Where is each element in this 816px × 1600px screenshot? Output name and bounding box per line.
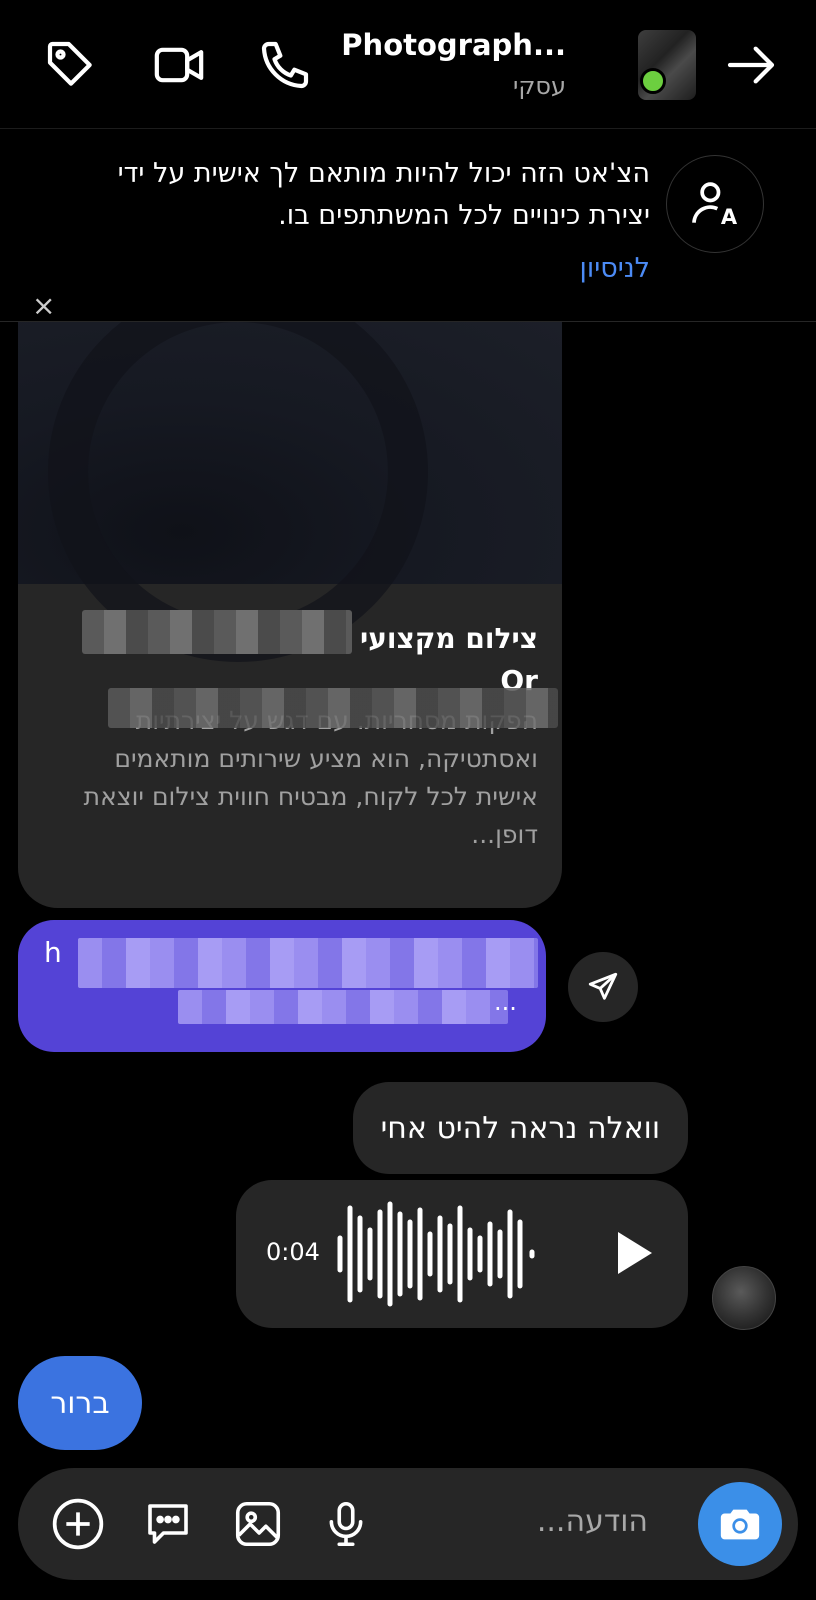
banner-text: הצ'אט הזה יכול להיות מותאם לך אישית על י… — [117, 158, 650, 231]
phone-icon[interactable] — [256, 36, 314, 94]
waveform-icon — [337, 1201, 535, 1307]
redacted-block — [108, 688, 558, 728]
voice-duration: 0:04 — [266, 1238, 320, 1266]
message-input[interactable]: הודעה... — [537, 1504, 648, 1539]
gallery-icon[interactable] — [230, 1496, 286, 1552]
tag-icon[interactable] — [42, 36, 100, 94]
sender-avatar[interactable] — [712, 1266, 776, 1330]
outgoing-link-message[interactable]: h ... — [18, 920, 546, 1052]
svg-text:A: A — [721, 205, 738, 229]
nickname-icon: A — [666, 155, 764, 253]
voice-message[interactable]: 0:04 — [236, 1180, 688, 1328]
share-icon[interactable] — [568, 952, 638, 1022]
microphone-icon[interactable] — [318, 1496, 374, 1552]
redacted-block — [78, 938, 538, 988]
redacted-block — [178, 990, 508, 1024]
play-icon[interactable] — [614, 1230, 654, 1276]
shared-post-card[interactable]: צילום מקצועי ה Or הפקות מסחריות. עם דגש … — [18, 322, 562, 908]
contact-avatar[interactable] — [638, 30, 696, 100]
close-icon[interactable]: × — [32, 289, 55, 322]
chat-title[interactable]: Photograph... — [341, 28, 566, 62]
message-composer: הודעה... — [18, 1468, 798, 1580]
chat-header: Photograph... עסקי — [0, 0, 816, 129]
online-indicator — [640, 68, 666, 94]
camera-icon[interactable] — [698, 1482, 782, 1566]
chat-subtitle: עסקי — [513, 72, 566, 100]
add-icon[interactable] — [50, 1496, 106, 1552]
outgoing-text-message[interactable]: וואלה נראה להיט אחי — [352, 1082, 688, 1174]
shared-post-image — [18, 322, 562, 662]
arrow-right-icon[interactable] — [722, 36, 780, 94]
sticker-icon[interactable] — [140, 1496, 196, 1552]
redacted-block — [82, 610, 352, 654]
nicknames-banner: × הצ'אט הזה יכול להיות מותאם לך אישית על… — [0, 129, 816, 322]
try-it-link[interactable]: לניסיון — [580, 253, 650, 284]
video-call-icon[interactable] — [150, 36, 208, 94]
incoming-text-message[interactable]: ברור — [18, 1356, 142, 1450]
